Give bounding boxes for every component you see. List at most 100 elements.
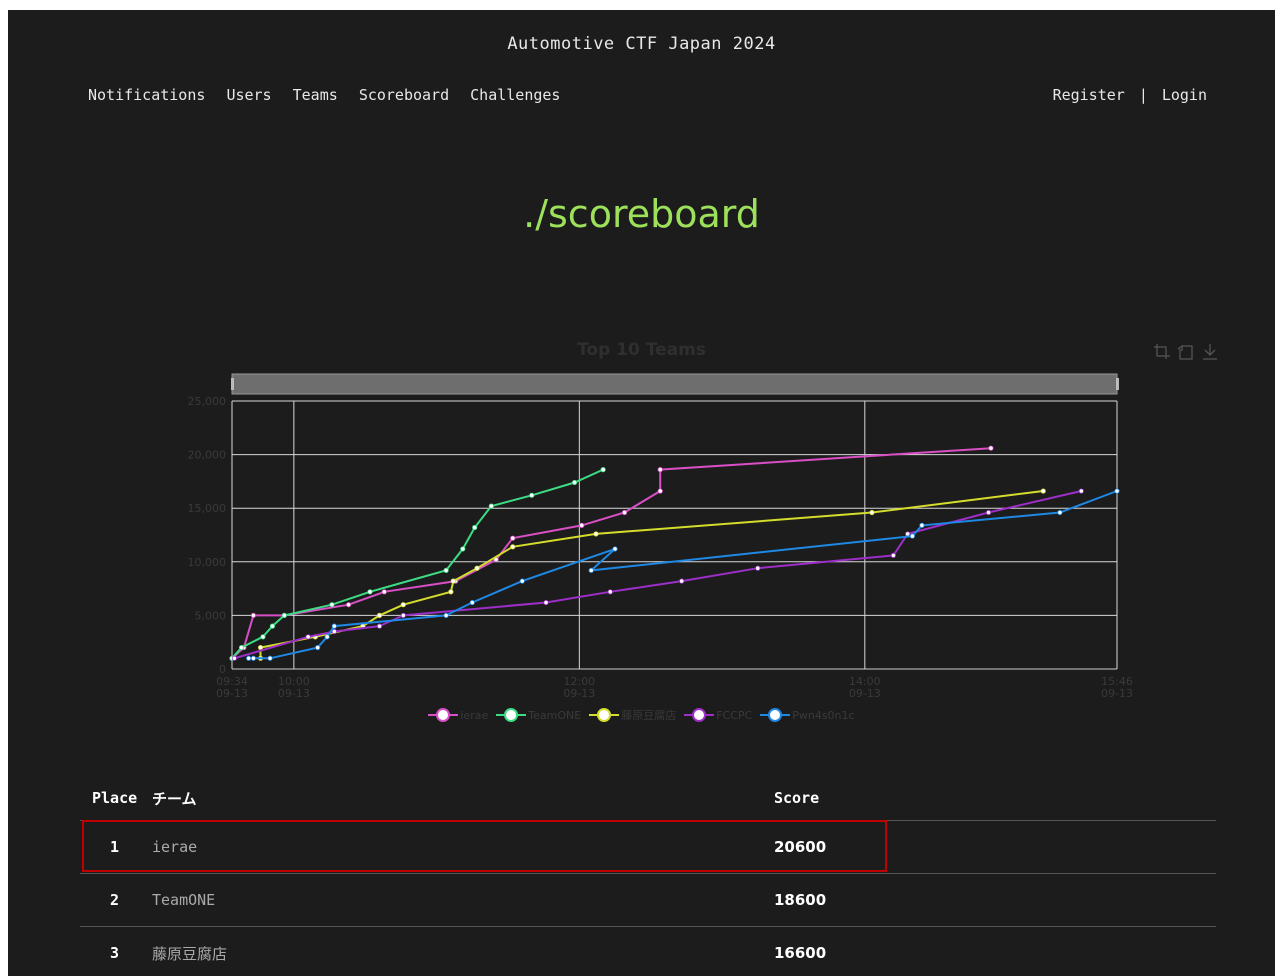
data-point [544, 600, 548, 604]
data-point [891, 553, 895, 557]
data-point [511, 545, 515, 549]
page: Automotive CTF Japan 2024 Notifications … [8, 10, 1275, 976]
legend-item[interactable]: ierae [428, 708, 488, 722]
data-zoom-slider[interactable] [232, 374, 1117, 394]
data-point [368, 590, 372, 594]
data-point [461, 547, 465, 551]
data-point [910, 534, 914, 538]
chart-toolbox [1153, 343, 1225, 363]
x-tick-date: 09-13 [1101, 687, 1133, 700]
data-point [332, 624, 336, 628]
data-point [489, 504, 493, 508]
download-icon[interactable] [1201, 343, 1219, 361]
data-point [589, 568, 593, 572]
data-point [986, 510, 990, 514]
nav-challenges[interactable]: Challenges [470, 86, 560, 104]
data-point [870, 510, 874, 514]
nav-notifications[interactable]: Notifications [88, 86, 205, 104]
series-line [232, 470, 603, 659]
y-tick-label: 20,000 [188, 449, 227, 462]
chart-title: Top 10 Teams [8, 340, 1275, 360]
scoreboard-table: Place チーム Score 1 ierae 20600 2 TeamONE … [80, 776, 1216, 979]
legend-item[interactable]: FCCPC [684, 708, 752, 722]
score-chart: 05,00010,00015,00020,00025,00009:3409-13… [8, 370, 1275, 710]
legend-item[interactable]: TeamONE [496, 708, 581, 722]
data-point [251, 656, 255, 660]
data-point [530, 493, 534, 497]
data-point [377, 613, 381, 617]
data-point [658, 489, 662, 493]
site-title: Automotive CTF Japan 2024 [8, 34, 1275, 54]
x-tick-date: 09-13 [278, 687, 310, 700]
data-point [511, 536, 515, 540]
data-point [1041, 489, 1045, 493]
data-zoom-handle-left[interactable] [231, 378, 234, 390]
row-team-link[interactable]: TeamONE [140, 874, 762, 927]
data-point [989, 446, 993, 450]
data-point [472, 525, 476, 529]
nav-scoreboard[interactable]: Scoreboard [359, 86, 449, 104]
legend-swatch [428, 708, 458, 722]
data-point [232, 656, 236, 660]
data-point [261, 635, 265, 639]
data-point [444, 613, 448, 617]
series-line [234, 491, 1081, 658]
legend-item[interactable]: 藤原豆腐店 [589, 707, 676, 723]
data-point [449, 590, 453, 594]
auth-nav: Register|Login [1053, 86, 1207, 104]
row-team-link[interactable]: ierae [140, 821, 762, 874]
data-point [475, 566, 479, 570]
header-team: チーム [140, 776, 762, 821]
chart-series [230, 446, 1119, 661]
data-point [251, 613, 255, 617]
data-point [401, 613, 405, 617]
row-place: 3 [80, 927, 140, 979]
row-score: 20600 [762, 821, 1216, 874]
series-3 [232, 489, 1083, 661]
legend-label: FCCPC [716, 709, 752, 722]
row-team-link[interactable]: 藤原豆腐店 [140, 927, 762, 979]
data-point [520, 579, 524, 583]
series-1 [230, 467, 606, 660]
data-point [1058, 510, 1062, 514]
nav-register[interactable]: Register [1053, 86, 1125, 104]
data-point [594, 532, 598, 536]
x-tick-date: 09-13 [216, 687, 248, 700]
data-point [756, 566, 760, 570]
data-point [270, 624, 274, 628]
data-zoom-handle-right[interactable] [1116, 378, 1119, 390]
table-row: 2 TeamONE 18600 [80, 874, 1216, 927]
legend-label: 藤原豆腐店 [621, 709, 676, 722]
legend-label: TeamONE [528, 709, 581, 722]
nav-teams[interactable]: Teams [293, 86, 338, 104]
row-place: 2 [80, 874, 140, 927]
header-score: Score [762, 776, 1216, 821]
zoom-reset-icon[interactable] [1177, 343, 1195, 361]
data-point [325, 635, 329, 639]
data-point [613, 547, 617, 551]
row-score: 18600 [762, 874, 1216, 927]
table-row: 1 ierae 20600 [80, 821, 1216, 874]
page-heading: ./scoreboard [8, 192, 1275, 236]
data-point [268, 656, 272, 660]
y-tick-label: 15,000 [188, 502, 227, 515]
data-point [444, 568, 448, 572]
legend-swatch [760, 708, 790, 722]
nav-login[interactable]: Login [1162, 86, 1207, 104]
legend-label: ierae [460, 709, 488, 722]
data-point [658, 467, 662, 471]
y-tick-label: 10,000 [188, 556, 227, 569]
data-point [572, 480, 576, 484]
nav-users[interactable]: Users [226, 86, 271, 104]
data-point [315, 645, 319, 649]
zoom-select-icon[interactable] [1153, 343, 1171, 361]
main-nav: Notifications Users Teams Scoreboard Cha… [88, 86, 572, 104]
data-point [601, 467, 605, 471]
legend-swatch [589, 708, 619, 722]
y-tick-label: 5,000 [195, 609, 227, 622]
legend-item[interactable]: Pwn4s0n1c [760, 708, 854, 722]
data-point [382, 590, 386, 594]
legend-swatch [496, 708, 526, 722]
table-header-row: Place チーム Score [80, 776, 1216, 821]
data-point [608, 590, 612, 594]
